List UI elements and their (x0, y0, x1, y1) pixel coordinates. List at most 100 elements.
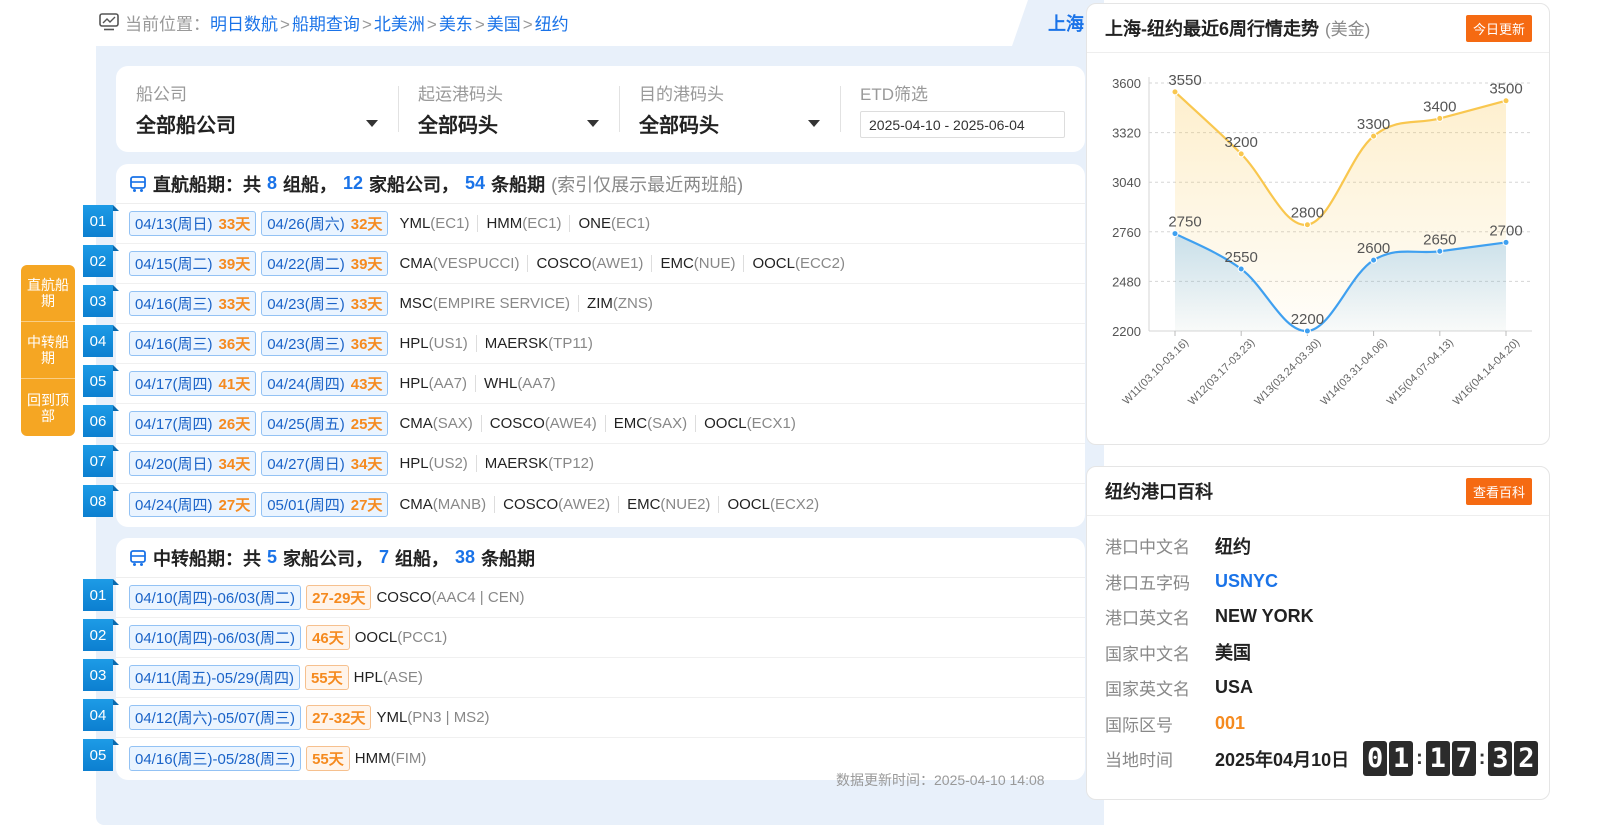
wiki-label: 港口中文名 (1105, 538, 1190, 558)
sailing-range-tag[interactable]: 04/12(周六)-05/07(周三) (129, 705, 302, 730)
carrier-service[interactable]: COSCO(AAC4 | CEN) (376, 589, 524, 606)
nav-transfer-schedules[interactable]: 中转船期 (21, 322, 75, 379)
breadcrumb-link[interactable]: 船期查询 (292, 15, 360, 34)
carrier-service[interactable]: EMC(NUE2) (618, 495, 710, 513)
transfer-title-prefix: 中转船期：共 (153, 548, 261, 569)
carrier-name: MAERSK (484, 335, 549, 352)
schedule-row[interactable]: 03 04/11(周五)-05/29(周四) 55天 HPL(ASE) (83, 658, 1085, 698)
data-point (1171, 88, 1179, 96)
etd-date-range-input[interactable]: 2025-04-10 - 2025-06-04 (860, 111, 1065, 138)
breadcrumb-separator: > (280, 14, 290, 34)
breadcrumb-link[interactable]: 明日数航 (210, 15, 278, 34)
carrier-service[interactable]: CMA(VESPUCCI) (399, 255, 519, 272)
sailing-range-tag[interactable]: 04/10(周四)-06/03(周二) (129, 585, 302, 610)
carrier-service[interactable]: COSCO(AWE4) (480, 415, 597, 432)
transfer-schedule-header: 中转船期：共 5 家船公司， 7 组船， 38 条船期 (116, 538, 1085, 578)
carrier-service[interactable]: HMM(FIM) (355, 750, 427, 767)
sailing-date-tag[interactable]: 04/16(周三) 33天 (129, 291, 257, 316)
sailing-date: 04/24(周四) (135, 496, 213, 514)
carrier-service[interactable]: YML(PN3 | MS2) (376, 709, 489, 726)
schedule-row[interactable]: 02 04/15(周二) 39天 04/22(周二) 39天 CMA(VESPUCCI) C… (83, 244, 1085, 284)
schedule-row[interactable]: 04 04/12(周六)-05/07(周三) 27-32天 YML(PN3 | MS2… (83, 698, 1085, 738)
carrier-service[interactable]: COSCO(AWE2) (494, 495, 610, 513)
sailing-range-tag[interactable]: 04/16(周三)-05/28(周三) (129, 745, 302, 771)
carrier-service[interactable]: MSC(EMPIRE SERVICE) (399, 295, 570, 312)
breadcrumb-separator: > (522, 14, 533, 34)
sailing-date-tag[interactable]: 04/27(周日) 34天 (261, 451, 389, 476)
transfer-group-count: 7 (379, 547, 390, 567)
schedule-row[interactable]: 04 04/16(周三) 36天 04/23(周三) 36天 HPL(US1) MAERSK… (83, 324, 1085, 364)
carrier-filter[interactable]: 船公司 全部船公司 (116, 80, 398, 138)
carrier-service[interactable]: CMA(MANB) (399, 496, 486, 513)
carrier-service[interactable]: YML(EC1) (399, 215, 469, 232)
carrier-service[interactable]: MAERSK(TP11) (475, 335, 593, 352)
schedule-row[interactable]: 02 04/10(周四)-06/03(周二) 46天 OOCL(PCC1) (83, 618, 1085, 658)
port-wiki-panel: 纽约港口百科 查看百科 港口中文名 纽约 港口五字码 USNYC 港口英文名 NEW YO… (1086, 466, 1550, 800)
origin-terminal-select[interactable]: 全部码头 (418, 109, 599, 138)
carrier-service[interactable]: HPL(US1) (399, 335, 467, 352)
carrier-service[interactable]: CMA(SAX) (399, 415, 472, 432)
sailing-range-tag[interactable]: 04/10(周四)-06/03(周二) (129, 625, 302, 650)
data-label: 2550 (1225, 249, 1258, 266)
schedule-row[interactable]: 06 04/17(周四) 26天 04/25(周五) 25天 CMA(SAX) COSCO(… (83, 404, 1085, 444)
nav-direct-schedules[interactable]: 直航船期 (21, 265, 75, 322)
breadcrumb-link[interactable]: 美东 (439, 15, 473, 34)
carrier-service[interactable]: EMC(SAX) (604, 415, 687, 432)
price-trend-chart: 2200 2480 2760 3040 3320 3600 W11(03.10-03.16)… (1112, 72, 1532, 408)
sailing-date-tag[interactable]: 04/15(周二) 39天 (129, 251, 257, 276)
schedule-row[interactable]: 01 04/10(周四)-06/03(周二) 27-29天 COSCO(AAC4 | … (83, 578, 1085, 618)
carrier-service[interactable]: HMM(EC1) (477, 215, 561, 232)
carrier-service[interactable]: OOCL(ECX2) (718, 495, 819, 513)
carrier-name: HMM (354, 749, 391, 767)
nav-back-to-top[interactable]: 回到顶部 (21, 379, 75, 436)
sailing-date-tag[interactable]: 04/13(周日) 33天 (129, 211, 257, 236)
sailing-date-tag[interactable]: 04/26(周六) 32天 (261, 211, 389, 236)
today-update-button[interactable]: 今日更新 (1465, 14, 1532, 42)
sailing-date-tag[interactable]: 04/23(周三) 36天 (261, 331, 389, 356)
breadcrumb-link[interactable]: 北美洲 (374, 15, 425, 34)
view-wiki-button[interactable]: 查看百科 (1465, 477, 1532, 505)
carrier-service[interactable]: ONE(EC1) (569, 215, 650, 232)
origin-terminal-filter[interactable]: 起运港码头 全部码头 (398, 80, 619, 138)
x-tick-label: W15(04.07-04.13) (1385, 337, 1456, 408)
carrier-service[interactable]: OOCL(PCC1) (355, 629, 448, 646)
carrier-service[interactable]: WHL(AA7) (474, 375, 556, 392)
breadcrumb-link[interactable]: 纽约 (535, 15, 569, 34)
sailing-date: 04/16(周三) (135, 296, 213, 313)
carrier-service[interactable]: EMC(NUE) (651, 255, 735, 272)
schedule-row[interactable]: 01 04/13(周日) 33天 04/26(周六) 32天 YML(EC1) HMM(EC… (83, 204, 1085, 244)
carrier-name: MSC (399, 295, 433, 312)
carrier-service[interactable]: ZIM(ZNS) (578, 295, 653, 312)
transfer-schedule-count: 38 (455, 547, 476, 567)
carrier-service[interactable]: HPL(US2) (399, 455, 467, 472)
sailing-tags: 04/20(周日) 34天 04/27(周日) 34天 (129, 451, 393, 476)
sailing-date-tag[interactable]: 04/24(周四) 27天 (129, 491, 257, 517)
carrier-service[interactable]: HPL(AA7) (399, 375, 467, 392)
dest-terminal-filter[interactable]: 目的港码头 全部码头 (619, 80, 840, 138)
sailing-date-tag[interactable]: 04/17(周四) 26天 (129, 411, 257, 436)
sailing-date-tag[interactable]: 04/23(周三) 33天 (261, 291, 389, 316)
schedule-row[interactable]: 03 04/16(周三) 33天 04/23(周三) 33天 MSC(EMPIRE SER… (83, 284, 1085, 324)
sailing-range-tag[interactable]: 04/11(周五)-05/29(周四) (129, 665, 300, 690)
sailing-date-tag[interactable]: 04/20(周日) 34天 (129, 451, 257, 476)
schedule-row[interactable]: 05 04/17(周四) 41天 04/24(周四) 43天 HPL(AA7) WHL(AA… (83, 364, 1085, 404)
breadcrumb-link[interactable]: 美国 (487, 15, 521, 34)
sailing-date-tag[interactable]: 04/25(周五) 25天 (261, 411, 389, 436)
carrier-service[interactable]: OOCL(ECC2) (743, 255, 845, 272)
sailing-date-tag[interactable]: 04/22(周二) 39天 (261, 251, 389, 276)
sailing-date-tag[interactable]: 04/24(周四) 43天 (261, 371, 389, 396)
sailing-date-tag[interactable]: 04/16(周三) 36天 (129, 331, 257, 356)
carrier-service[interactable]: COSCO(AWE1) (527, 255, 643, 272)
sailing-range: 04/10(周四)-06/03(周二) (135, 590, 296, 607)
carrier-select[interactable]: 全部船公司 (136, 109, 378, 138)
schedule-row[interactable]: 08 04/24(周四) 27天 05/01(周四) 27天 CMA(MANB) COSCO… (83, 484, 1085, 524)
carrier-service[interactable]: MAERSK(TP12) (475, 455, 594, 472)
sailing-date-tag[interactable]: 05/01(周四) 27天 (261, 491, 389, 517)
sailing-date-tag[interactable]: 04/17(周四) 41天 (129, 371, 257, 396)
service-code: (TP12) (548, 455, 594, 472)
dest-terminal-select[interactable]: 全部码头 (639, 109, 820, 138)
carrier-service[interactable]: HPL(ASE) (354, 669, 423, 686)
schedule-row[interactable]: 07 04/20(周日) 34天 04/27(周日) 34天 HPL(US2) MAERSK… (83, 444, 1085, 484)
carrier-service[interactable]: OOCL(ECX1) (695, 415, 796, 432)
sailing-range: 04/11(周五)-05/29(周四) (135, 670, 294, 687)
